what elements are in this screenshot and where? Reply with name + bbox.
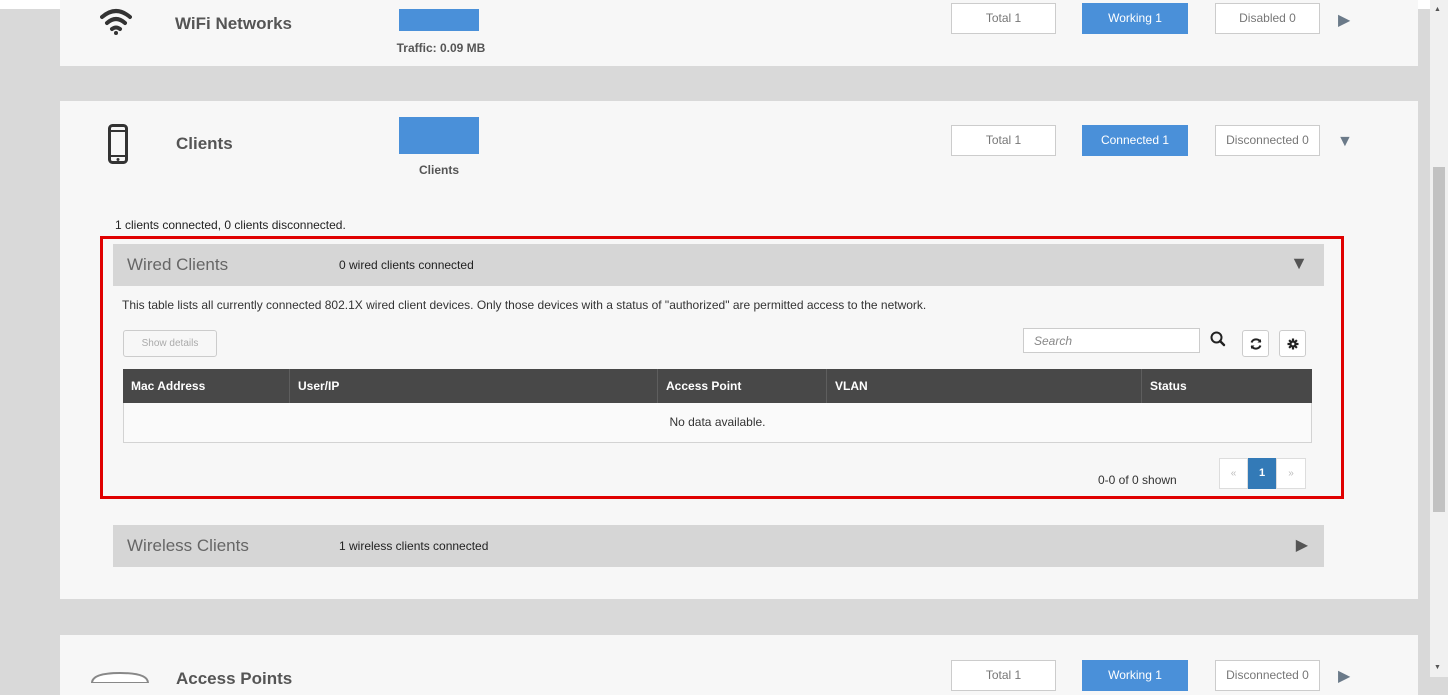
- refresh-button[interactable]: [1242, 330, 1269, 357]
- pagination: « 1 »: [1219, 458, 1306, 489]
- clients-card: Clients Clients Total 1 Connected 1 Disc…: [60, 101, 1418, 599]
- wired-clients-header[interactable]: Wired Clients 0 wired clients connected …: [113, 244, 1324, 286]
- column-header-access-point[interactable]: Access Point: [658, 369, 827, 403]
- ap-working-badge[interactable]: Working 1: [1082, 660, 1188, 691]
- phone-icon: [108, 124, 128, 164]
- search-input[interactable]: [1023, 328, 1200, 353]
- wifi-disabled-badge[interactable]: Disabled 0: [1215, 3, 1320, 34]
- clients-summary-text: 1 clients connected, 0 clients disconnec…: [115, 218, 346, 232]
- scrollbar-thumb[interactable]: [1433, 167, 1445, 512]
- wired-clients-table: Mac Address User/IP Access Point VLAN St…: [123, 369, 1312, 443]
- pagination-prev[interactable]: «: [1219, 458, 1248, 489]
- pagination-page-1[interactable]: 1: [1248, 458, 1276, 489]
- pagination-next[interactable]: »: [1276, 458, 1306, 489]
- wifi-total-badge[interactable]: Total 1: [951, 3, 1056, 34]
- ap-disconnected-badge[interactable]: Disconnected 0: [1215, 660, 1320, 691]
- refresh-icon: [1250, 338, 1262, 350]
- gear-icon: [1287, 338, 1299, 350]
- table-header: Mac Address User/IP Access Point VLAN St…: [123, 369, 1312, 403]
- expand-arrow-icon[interactable]: ▶: [1296, 535, 1308, 555]
- clients-bar-caption: Clients: [418, 163, 459, 177]
- ap-total-badge[interactable]: Total 1: [951, 660, 1056, 691]
- wireless-clients-count: 1 wireless clients connected: [339, 539, 489, 553]
- wifi-icon: [100, 9, 132, 35]
- search-icon[interactable]: [1209, 330, 1227, 348]
- wireless-clients-header[interactable]: Wireless Clients 1 wireless clients conn…: [113, 525, 1324, 567]
- wifi-traffic-caption: Traffic: 0.09 MB: [396, 41, 486, 55]
- empty-table-message: No data available.: [123, 403, 1312, 443]
- wired-clients-description: This table lists all currently connected…: [122, 298, 927, 312]
- clients-connected-badge[interactable]: Connected 1: [1082, 125, 1188, 156]
- access-points-title: Access Points: [176, 669, 293, 688]
- column-header-vlan[interactable]: VLAN: [827, 369, 1142, 403]
- vertical-scrollbar[interactable]: ▲ ▼: [1430, 0, 1448, 677]
- show-details-button[interactable]: Show details: [123, 330, 217, 357]
- ap-expand-arrow[interactable]: ▶: [1338, 666, 1350, 686]
- wifi-expand-arrow[interactable]: ▶: [1338, 10, 1350, 30]
- wifi-networks-title: WiFi Networks: [175, 14, 292, 33]
- column-header-status[interactable]: Status: [1142, 369, 1312, 403]
- settings-button[interactable]: [1279, 330, 1306, 357]
- column-header-mac-address[interactable]: Mac Address: [123, 369, 290, 403]
- column-header-user-ip[interactable]: User/IP: [290, 369, 658, 403]
- pagination-summary: 0-0 of 0 shown: [1098, 473, 1177, 487]
- wired-clients-title: Wired Clients: [127, 255, 229, 274]
- access-point-icon: [90, 671, 150, 683]
- access-points-card: Access Points Total 1 Working 1 Disconne…: [60, 635, 1418, 695]
- wired-clients-count: 0 wired clients connected: [339, 258, 474, 272]
- clients-total-badge[interactable]: Total 1: [951, 125, 1056, 156]
- wifi-networks-card: WiFi Networks Traffic: 0.09 MB Total 1 W…: [60, 0, 1418, 66]
- wifi-working-badge[interactable]: Working 1: [1082, 3, 1188, 34]
- collapse-arrow-icon[interactable]: ▼: [1290, 253, 1308, 274]
- clients-title: Clients: [176, 134, 233, 153]
- scroll-up-arrow[interactable]: ▲: [1434, 6, 1441, 13]
- clients-collapse-arrow[interactable]: ▼: [1337, 133, 1353, 151]
- scroll-down-arrow[interactable]: ▼: [1434, 664, 1441, 671]
- clients-disconnected-badge[interactable]: Disconnected 0: [1215, 125, 1320, 156]
- wireless-clients-title: Wireless Clients: [127, 536, 249, 555]
- wifi-traffic-bar: [399, 9, 479, 31]
- clients-bar: [399, 117, 479, 154]
